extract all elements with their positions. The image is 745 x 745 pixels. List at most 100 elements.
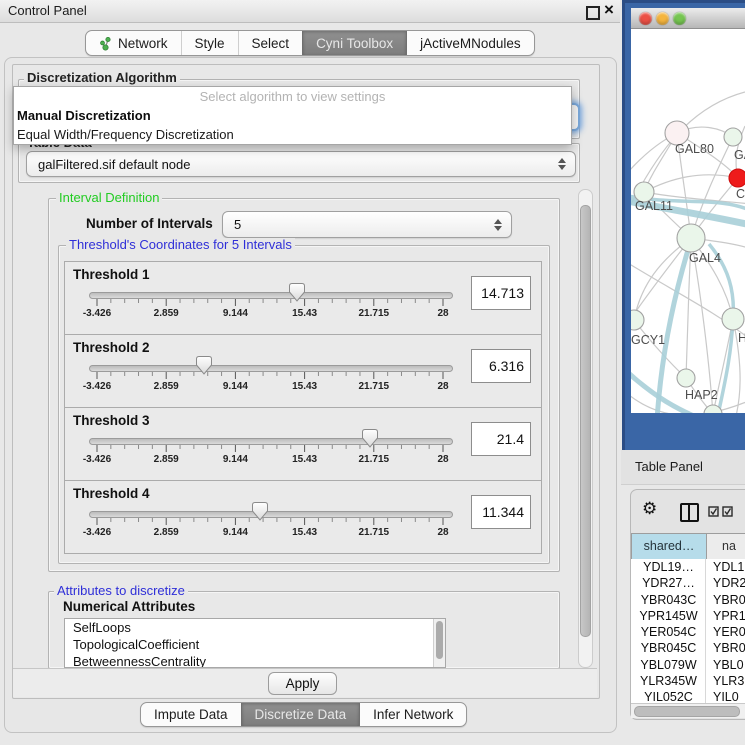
slider-thumb[interactable]: [195, 355, 213, 376]
table-row[interactable]: YPR145W YPR1: [631, 608, 745, 624]
threshold-value-field[interactable]: 6.316: [471, 349, 531, 383]
tick-label: -3.426: [83, 308, 111, 319]
network-node[interactable]: [722, 308, 744, 330]
tick-label: 21.715: [359, 381, 390, 392]
numerical-attributes-label: Numerical Attributes: [60, 599, 198, 614]
attribute-list-item[interactable]: SelfLoops: [65, 619, 445, 636]
close-icon[interactable]: ×: [604, 0, 614, 21]
cell-name: YBL0: [713, 657, 744, 673]
tab-discretize-data[interactable]: Discretize Data: [241, 703, 360, 726]
table-panel-title: Table Panel: [635, 459, 703, 474]
close-traffic-light-icon[interactable]: [639, 12, 652, 25]
numerical-attributes-list[interactable]: SelfLoopsTopologicalCoefficientBetweenne…: [64, 618, 446, 668]
algorithm-group-title: Discretization Algorithm: [24, 71, 180, 85]
network-window[interactable]: GAL80GACGAL11GAL4GCY1HHAP2: [631, 8, 745, 413]
attribute-list-item[interactable]: TopologicalCoefficient: [65, 636, 445, 653]
slider-track[interactable]: [89, 438, 453, 445]
cell-shared-name: YPR145W: [632, 608, 705, 624]
table-horizontal-scrollbar[interactable]: [631, 703, 745, 718]
cell-shared-name: YLR345W: [632, 673, 705, 689]
cell-name: YBR0: [713, 592, 745, 608]
panel-title: Control Panel: [8, 3, 87, 18]
table-panel-titlebar: Table Panel: [621, 450, 745, 485]
tab-style[interactable]: Style: [181, 31, 238, 55]
algorithm-option-manual-discretization[interactable]: Manual Discretization: [14, 106, 571, 125]
list-scrollbar[interactable]: [433, 619, 445, 667]
slider-thumb[interactable]: [288, 282, 306, 303]
tab-network[interactable]: Network: [86, 31, 181, 55]
float-window-icon[interactable]: [586, 6, 600, 20]
combo-arrows-icon: [553, 158, 575, 170]
table-data-combobox[interactable]: galFiltered.sif default node: [26, 151, 576, 177]
algorithm-option-equal-width-frequency-discretization[interactable]: Equal Width/Frequency Discretization: [14, 125, 571, 144]
tab-label: Network: [118, 36, 168, 51]
cell-name: YDL1: [713, 559, 744, 575]
table-data-selected-value: galFiltered.sif default node: [27, 157, 553, 172]
network-canvas[interactable]: GAL80GACGAL11GAL4GCY1HHAP2: [631, 28, 745, 413]
combo-arrows-icon: [489, 219, 511, 231]
slider-track[interactable]: [89, 511, 453, 518]
tick-label: 15.43: [292, 381, 317, 392]
slider-track[interactable]: [89, 292, 453, 299]
slider-track[interactable]: [89, 365, 453, 372]
main-vertical-scrollbar[interactable]: [578, 189, 593, 668]
tick-label: 28: [437, 527, 448, 538]
zoom-traffic-light-icon[interactable]: [673, 12, 686, 25]
table-header-name[interactable]: na: [706, 533, 745, 560]
tab-jactivemnodules[interactable]: jActiveMNodules: [406, 31, 534, 55]
tab-impute-data[interactable]: Impute Data: [141, 703, 241, 726]
tick-label: 15.43: [292, 308, 317, 319]
cell-name: YER0: [713, 624, 745, 640]
network-node[interactable]: [677, 224, 705, 252]
table-row[interactable]: YDL19…YDL1: [631, 559, 745, 575]
tab-cyni-toolbox[interactable]: Cyni Toolbox: [302, 31, 406, 55]
column-layout-icon[interactable]: [680, 503, 699, 522]
threshold-value-field[interactable]: 21.4: [471, 422, 531, 456]
tick-label: 15.43: [292, 454, 317, 465]
table-row[interactable]: YIL052CYIL0: [631, 689, 745, 703]
threshold-value-field[interactable]: 11.344: [471, 495, 531, 529]
network-node[interactable]: [631, 310, 644, 330]
tab-select[interactable]: Select: [238, 31, 303, 55]
slider-ticks: [89, 299, 451, 308]
threshold-row: Threshold 4-3.4262.8599.14415.4321.71528…: [64, 480, 542, 554]
tick-label: -3.426: [83, 454, 111, 465]
tab-label: Cyni Toolbox: [316, 36, 393, 51]
table-row[interactable]: YDR27…YDR2: [631, 575, 745, 591]
node-label: GAL80: [675, 142, 714, 156]
tick-label: 9.144: [223, 454, 248, 465]
cell-shared-name: YDR27…: [632, 575, 705, 591]
table-row[interactable]: YER054CYER0: [631, 624, 745, 640]
num-intervals-combobox[interactable]: 5: [222, 211, 512, 238]
network-window-titlebar[interactable]: [631, 8, 745, 29]
network-node[interactable]: [724, 128, 742, 146]
slider-thumb[interactable]: [251, 501, 269, 522]
tab-infer-network[interactable]: Infer Network: [359, 703, 466, 726]
minimize-traffic-light-icon[interactable]: [656, 12, 669, 25]
checkbox-checked-icon[interactable]: [708, 506, 719, 517]
network-icon: [99, 36, 112, 51]
network-node[interactable]: [729, 169, 745, 187]
table-row[interactable]: YLR345WYLR3: [631, 673, 745, 689]
threshold-value-field[interactable]: 14.713: [471, 276, 531, 310]
cell-name: YPR1: [713, 608, 745, 624]
checkbox-checked-icon[interactable]: [722, 506, 733, 517]
cell-shared-name: YIL052C: [632, 689, 705, 703]
gear-icon[interactable]: ⚙: [642, 501, 657, 518]
table-row[interactable]: YBR045CYBR0: [631, 640, 745, 656]
table-row[interactable]: YBL079WYBL0: [631, 657, 745, 673]
num-intervals-label: Number of Intervals: [86, 216, 213, 231]
node-table[interactable]: YDL19…YDL1YDR27…YDR2YBR043CYBR0YPR145WYP…: [631, 559, 745, 703]
attribute-list-item[interactable]: BetweennessCentrality: [65, 653, 445, 668]
network-node[interactable]: [677, 369, 695, 387]
tick-label: 9.144: [223, 527, 248, 538]
slider-thumb[interactable]: [361, 428, 379, 449]
threshold-rows: Threshold 1-3.4262.8599.14415.4321.71528…: [64, 262, 542, 554]
table-header-shared-name[interactable]: shared…: [631, 533, 707, 560]
tab-label: Style: [195, 36, 225, 51]
node-label: GAL11: [635, 199, 673, 213]
table-row[interactable]: YBR043CYBR0: [631, 592, 745, 608]
tick-label: 9.144: [223, 381, 248, 392]
node-label: C: [736, 187, 745, 201]
apply-button[interactable]: Apply: [268, 672, 337, 695]
